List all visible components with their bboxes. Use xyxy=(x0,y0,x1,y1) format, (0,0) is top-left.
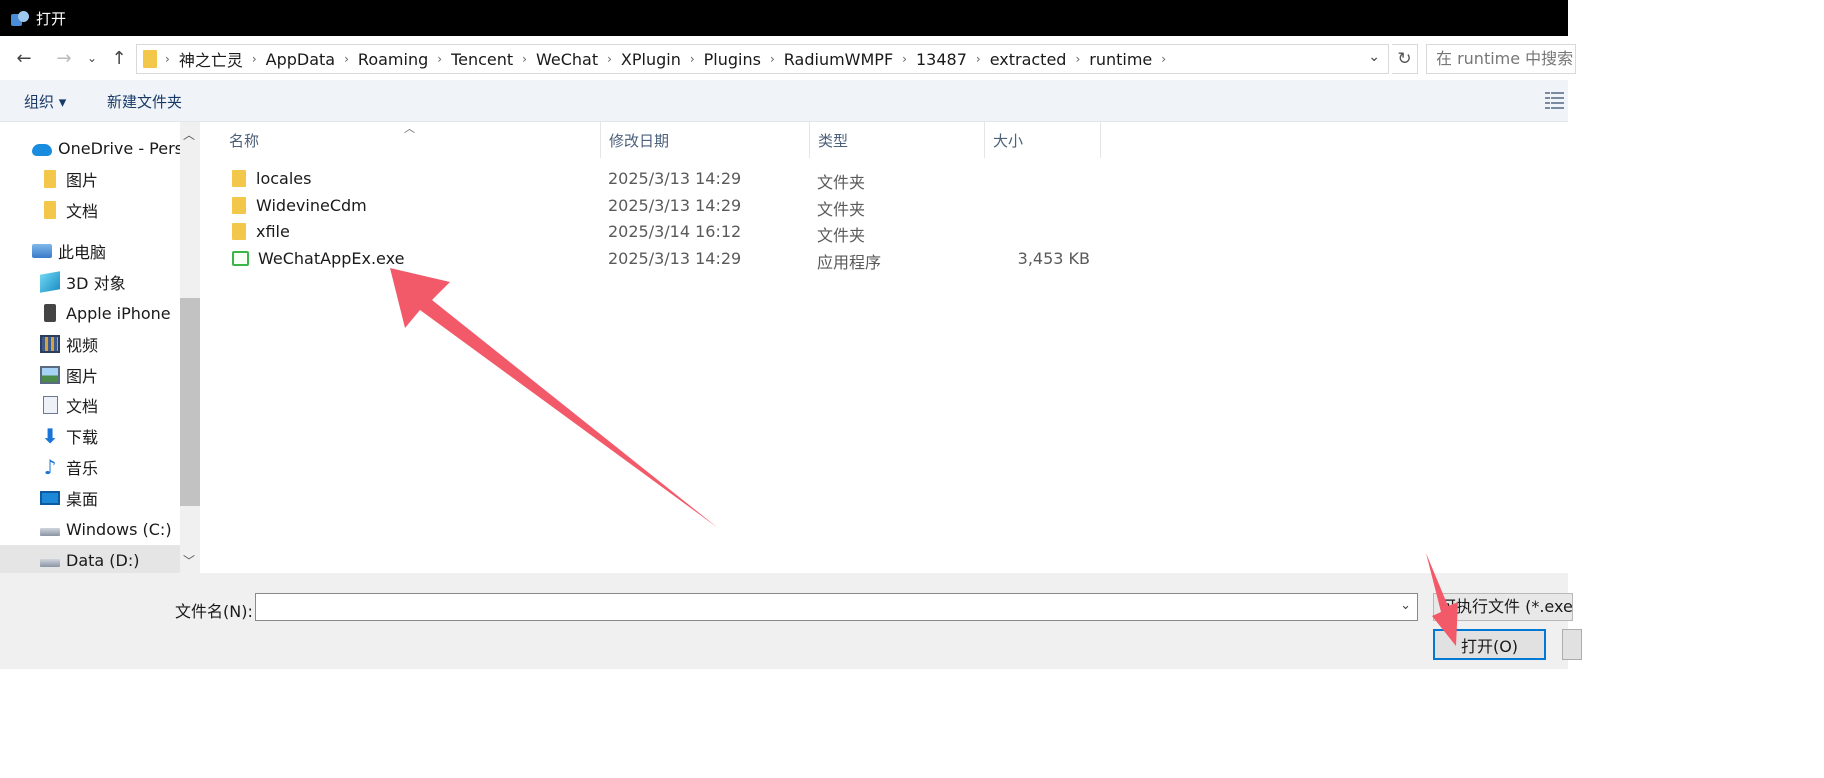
app-icon xyxy=(10,8,30,28)
breadcrumb-separator-icon[interactable]: › xyxy=(522,52,527,66)
breadcrumb-item[interactable]: Roaming › xyxy=(358,50,451,69)
drive-icon xyxy=(40,559,60,567)
filename-input[interactable]: ⌄ xyxy=(255,593,1418,621)
address-bar[interactable]: › 神之亡灵 › AppData › Roaming › Tencent › WeChat › XP… xyxy=(136,44,1389,74)
tree-item-apple-iphone[interactable]: Apple iPhone xyxy=(0,298,180,328)
chevron-down-icon[interactable]: ⌄ xyxy=(1400,598,1411,613)
breadcrumb-item[interactable]: Tencent › xyxy=(451,50,536,69)
tree-item-desktop[interactable]: 桌面 xyxy=(0,483,180,513)
navigation-bar: ← → ⌄ ↑ › 神之亡灵 › AppData › Roaming › Tencent › W… xyxy=(0,36,1576,80)
arrow-up-icon[interactable]: ↑ xyxy=(108,46,130,70)
breadcrumb-item[interactable]: 神之亡灵 › xyxy=(179,47,266,71)
file-type-filter[interactable]: 可执行文件 (*.exe) xyxy=(1433,593,1573,621)
command-bar: 组织 ▾ 新建文件夹 xyxy=(0,80,1568,122)
tree-item-drive-c[interactable]: Windows (C:) xyxy=(0,514,180,544)
folder-icon xyxy=(44,201,56,219)
breadcrumb-separator-icon[interactable]: › xyxy=(690,52,695,66)
breadcrumb-item[interactable]: RadiumWMPF › xyxy=(784,50,916,69)
breadcrumb-separator-icon[interactable]: › xyxy=(976,52,981,66)
open-button[interactable]: 打开(O) xyxy=(1433,629,1546,660)
music-icon: ♪ xyxy=(43,455,57,479)
breadcrumb-separator-icon[interactable]: › xyxy=(1075,52,1080,66)
breadcrumb-item[interactable]: XPlugin › xyxy=(621,50,704,69)
chevron-up-icon[interactable]: ︿ xyxy=(183,126,195,143)
column-header-name[interactable]: 名称 xyxy=(221,122,601,158)
column-header-date[interactable]: 修改日期 xyxy=(601,122,810,158)
tree-item-documents[interactable]: 文档 xyxy=(0,195,180,225)
tree-item-this-pc[interactable]: 此电脑 xyxy=(0,236,180,266)
title-bar: 打开 xyxy=(0,0,1568,36)
phone-icon xyxy=(44,304,56,322)
tree-item-videos[interactable]: 视频 xyxy=(0,329,180,359)
navigation-pane: OneDrive - Personal 图片 文档 此电脑 3D 对象 Appl… xyxy=(0,122,200,573)
breadcrumb-item[interactable]: Plugins › xyxy=(704,50,784,69)
column-header-size[interactable]: 大小 xyxy=(985,122,1101,158)
breadcrumb-item[interactable]: 13487 › xyxy=(916,50,990,69)
dialog-footer: 文件名(N): ⌄ 可执行文件 (*.exe) 打开(O) xyxy=(0,573,1582,669)
file-list: ︿ 名称 修改日期 类型 大小 locales 2025/3/13 14:29 … xyxy=(201,122,1568,573)
file-row[interactable]: xfile 2025/3/14 16:12 文件夹 xyxy=(224,218,1104,245)
arrow-right-icon[interactable]: → xyxy=(52,46,76,70)
breadcrumb-separator-icon[interactable]: › xyxy=(607,52,612,66)
window-title: 打开 xyxy=(36,9,67,28)
folder-icon xyxy=(232,197,246,214)
column-header-type[interactable]: 类型 xyxy=(810,122,985,158)
download-icon: ⬇ xyxy=(41,424,59,448)
tree-item-drive-d[interactable]: Data (D:) xyxy=(0,545,180,573)
tree-item-pictures[interactable]: 图片 xyxy=(0,164,180,194)
breadcrumb-item[interactable]: AppData › xyxy=(266,50,358,69)
computer-icon xyxy=(32,244,52,258)
tree-item-pictures-pc[interactable]: 图片 xyxy=(0,360,180,390)
breadcrumb-separator-icon[interactable]: › xyxy=(902,52,907,66)
drive-icon xyxy=(40,528,60,536)
cancel-button[interactable] xyxy=(1562,629,1582,660)
folder-icon xyxy=(232,223,246,240)
breadcrumb-separator-icon[interactable]: › xyxy=(252,52,257,66)
search-input[interactable]: 在 runtime 中搜索 xyxy=(1426,44,1576,74)
pictures-icon xyxy=(40,366,60,384)
application-icon xyxy=(232,251,249,266)
new-folder-button[interactable]: 新建文件夹 xyxy=(107,91,182,112)
breadcrumb-item[interactable]: runtime › xyxy=(1089,50,1175,69)
breadcrumb-separator-icon[interactable]: › xyxy=(1161,52,1166,66)
tree-item-3d-objects[interactable]: 3D 对象 xyxy=(0,267,180,297)
tree-item-documents-pc[interactable]: 文档 xyxy=(0,390,180,420)
desktop-icon xyxy=(40,491,60,505)
tree-item-music[interactable]: ♪ 音乐 xyxy=(0,452,180,482)
breadcrumb-item[interactable]: extracted › xyxy=(990,50,1090,69)
file-row[interactable]: WeChatAppEx.exe 2025/3/13 14:29 应用程序 3,4… xyxy=(224,245,1104,272)
filename-label: 文件名(N): xyxy=(175,602,253,621)
file-row[interactable]: WidevineCdm 2025/3/13 14:29 文件夹 xyxy=(224,192,1104,219)
breadcrumb-separator-icon[interactable]: › xyxy=(344,52,349,66)
tree-item-downloads[interactable]: ⬇ 下载 xyxy=(0,421,180,451)
3d-objects-icon xyxy=(40,271,60,293)
folder-icon xyxy=(143,50,157,68)
onedrive-icon xyxy=(32,144,52,156)
document-icon xyxy=(43,396,58,414)
organize-button[interactable]: 组织 ▾ xyxy=(24,91,66,112)
breadcrumb-item[interactable]: WeChat › xyxy=(536,50,621,69)
view-options-icon[interactable] xyxy=(1545,91,1565,111)
tree-item-onedrive[interactable]: OneDrive - Personal xyxy=(0,133,180,163)
chevron-down-icon[interactable]: ﹀ xyxy=(183,552,195,569)
breadcrumb-separator-icon[interactable]: › xyxy=(437,52,442,66)
file-row[interactable]: locales 2025/3/13 14:29 文件夹 xyxy=(224,165,1104,192)
breadcrumb-separator-icon[interactable]: › xyxy=(770,52,775,66)
folder-icon xyxy=(44,170,56,188)
video-icon xyxy=(40,335,60,353)
refresh-icon[interactable]: ↻ xyxy=(1392,44,1418,74)
folder-icon xyxy=(232,170,246,187)
chevron-down-icon[interactable]: ⌄ xyxy=(84,46,100,70)
chevron-down-icon[interactable]: ⌄ xyxy=(1368,49,1380,65)
navigation-scrollbar[interactable]: ︿ ﹀ xyxy=(180,122,200,573)
scrollbar-thumb[interactable] xyxy=(180,298,200,506)
arrow-left-icon[interactable]: ← xyxy=(12,46,36,70)
